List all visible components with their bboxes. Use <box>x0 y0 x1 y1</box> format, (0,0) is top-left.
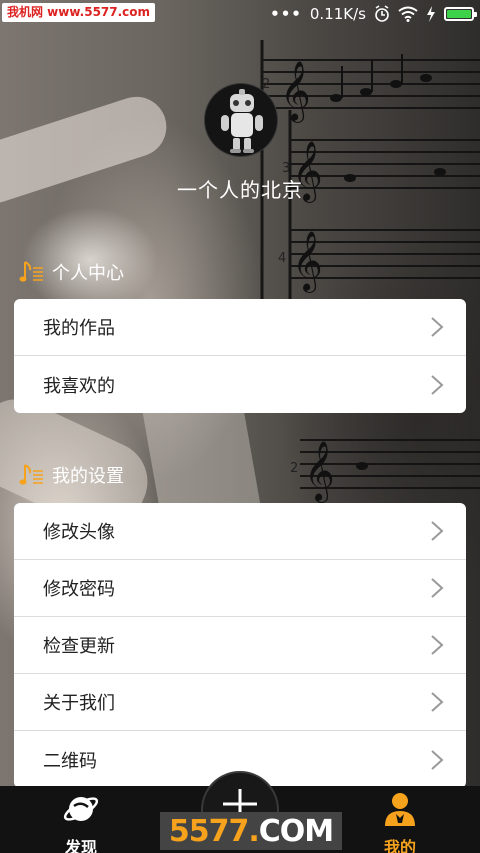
chevron-right-icon <box>431 635 444 655</box>
music-note-icon <box>19 261 43 282</box>
music-note-icon <box>19 464 43 485</box>
user-icon <box>385 793 415 826</box>
section-title-personal: 个人中心 <box>18 259 124 285</box>
menu-item-my-likes[interactable]: 我喜欢的 <box>14 356 466 413</box>
chevron-right-icon <box>431 374 444 395</box>
menu-item-about-us[interactable]: 关于我们 <box>14 674 466 731</box>
robot-avatar-icon <box>221 89 263 153</box>
section-title-settings: 我的设置 <box>18 462 124 488</box>
menu-item-my-works[interactable]: 我的作品 <box>14 299 466 356</box>
menu-item-change-avatar[interactable]: 修改头像 <box>14 503 466 560</box>
section-title-label: 个人中心 <box>52 263 124 284</box>
menu-item-label: 检查更新 <box>43 636 115 657</box>
section-title-label: 我的设置 <box>52 466 124 487</box>
status-icons: ••• 0.11K/s <box>270 4 477 24</box>
planet-icon <box>63 797 99 821</box>
svg-text:2: 2 <box>290 461 298 476</box>
nav-discover-label: 发现 <box>64 838 97 853</box>
wifi-icon <box>398 6 418 22</box>
watermark-top: 我机网 www.5577.com <box>2 3 156 22</box>
svg-text:𝄞: 𝄞 <box>280 61 311 123</box>
menu-item-label: 我的作品 <box>43 318 115 339</box>
nav-mine-label: 我的 <box>383 838 416 853</box>
battery-icon <box>444 7 477 21</box>
nav-mine[interactable]: 我的 <box>360 790 440 853</box>
charging-icon <box>427 6 435 22</box>
watermark-num: 5577 <box>168 813 249 849</box>
watermark-dot: . <box>248 813 259 849</box>
menu-item-label: 我喜欢的 <box>43 375 115 397</box>
menu-item-label: 二维码 <box>43 750 97 772</box>
chevron-right-icon <box>431 692 444 712</box>
nav-discover[interactable]: 发现 <box>41 790 121 853</box>
status-bar: 我机网 www.5577.com ••• 0.11K/s <box>0 0 480 28</box>
svg-text:𝄞: 𝄞 <box>304 441 335 503</box>
menu-item-label: 修改头像 <box>43 522 115 543</box>
chevron-right-icon <box>431 521 444 541</box>
battery-level <box>447 10 471 18</box>
chevron-right-icon <box>431 749 444 770</box>
watermark-com: COM <box>258 813 334 849</box>
avatar[interactable] <box>204 83 278 157</box>
watermark-bottom: 5577 . COM <box>160 812 342 850</box>
settings-card: 修改头像 修改密码 检查更新 关于我们 二维码 <box>14 503 466 788</box>
menu-item-change-password[interactable]: 修改密码 <box>14 560 466 617</box>
personal-center-card: 我的作品 我喜欢的 <box>14 299 466 413</box>
notification-dots: ••• <box>270 5 302 23</box>
svg-text:𝄞: 𝄞 <box>292 231 323 293</box>
chevron-right-icon <box>431 578 444 598</box>
username: 一个人的北京 <box>177 178 303 202</box>
svg-text:4: 4 <box>278 251 286 266</box>
menu-item-check-update[interactable]: 检查更新 <box>14 617 466 674</box>
menu-item-label: 修改密码 <box>43 579 115 600</box>
network-speed: 0.11K/s <box>309 5 366 23</box>
alarm-icon <box>375 5 389 22</box>
menu-item-label: 关于我们 <box>43 693 115 714</box>
chevron-right-icon <box>431 317 444 337</box>
